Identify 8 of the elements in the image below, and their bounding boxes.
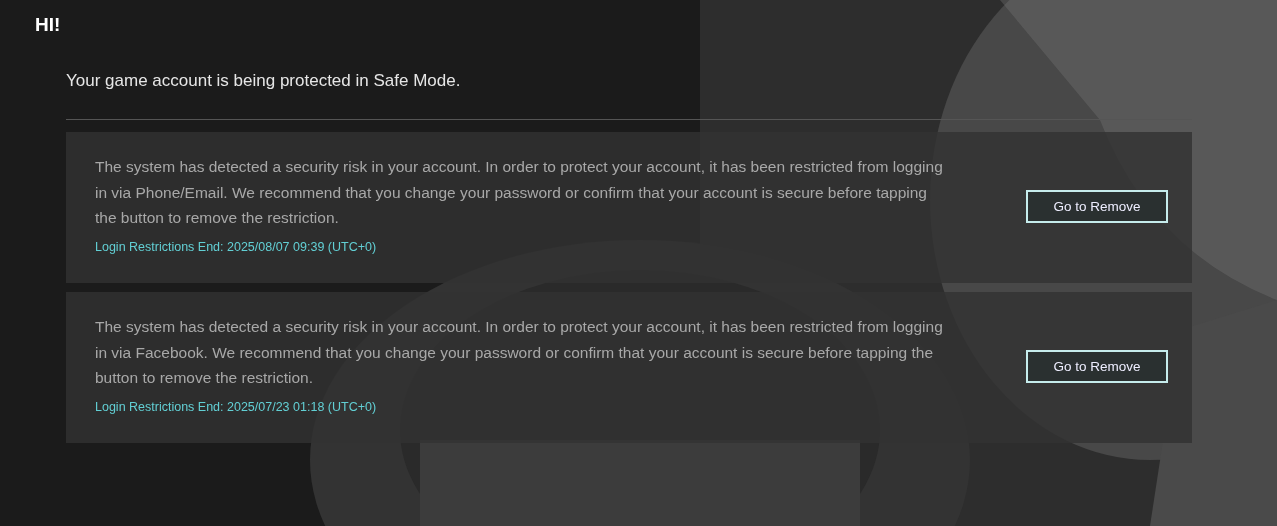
restriction-end-time: Login Restrictions End: 2025/07/23 01:18 (UTC+0) bbox=[95, 399, 377, 414]
greeting: HI! bbox=[35, 14, 61, 36]
go-to-remove-button[interactable]: Go to Remove bbox=[1026, 350, 1168, 383]
subtitle: Your game account is being protected in Safe Mode. bbox=[66, 71, 461, 91]
go-to-remove-button[interactable]: Go to Remove bbox=[1026, 190, 1168, 223]
restriction-end-time: Login Restrictions End: 2025/08/07 09:39 (UTC+0) bbox=[95, 239, 377, 254]
restriction-message: The system has detected a security risk in your account. In order to protect your account, it has been restricted from logging in via Phone/Email. We recommend that you change your password or confirm that your account is secure before tapping the button to remove the restriction. bbox=[95, 157, 944, 228]
restriction-message: The system has detected a security risk in your account. In order to protect your account, it has been restricted from logging in via Facebook. We recommend that you change your password or confirm that your account is secure before tapping the button to remove the restriction. bbox=[95, 317, 944, 388]
